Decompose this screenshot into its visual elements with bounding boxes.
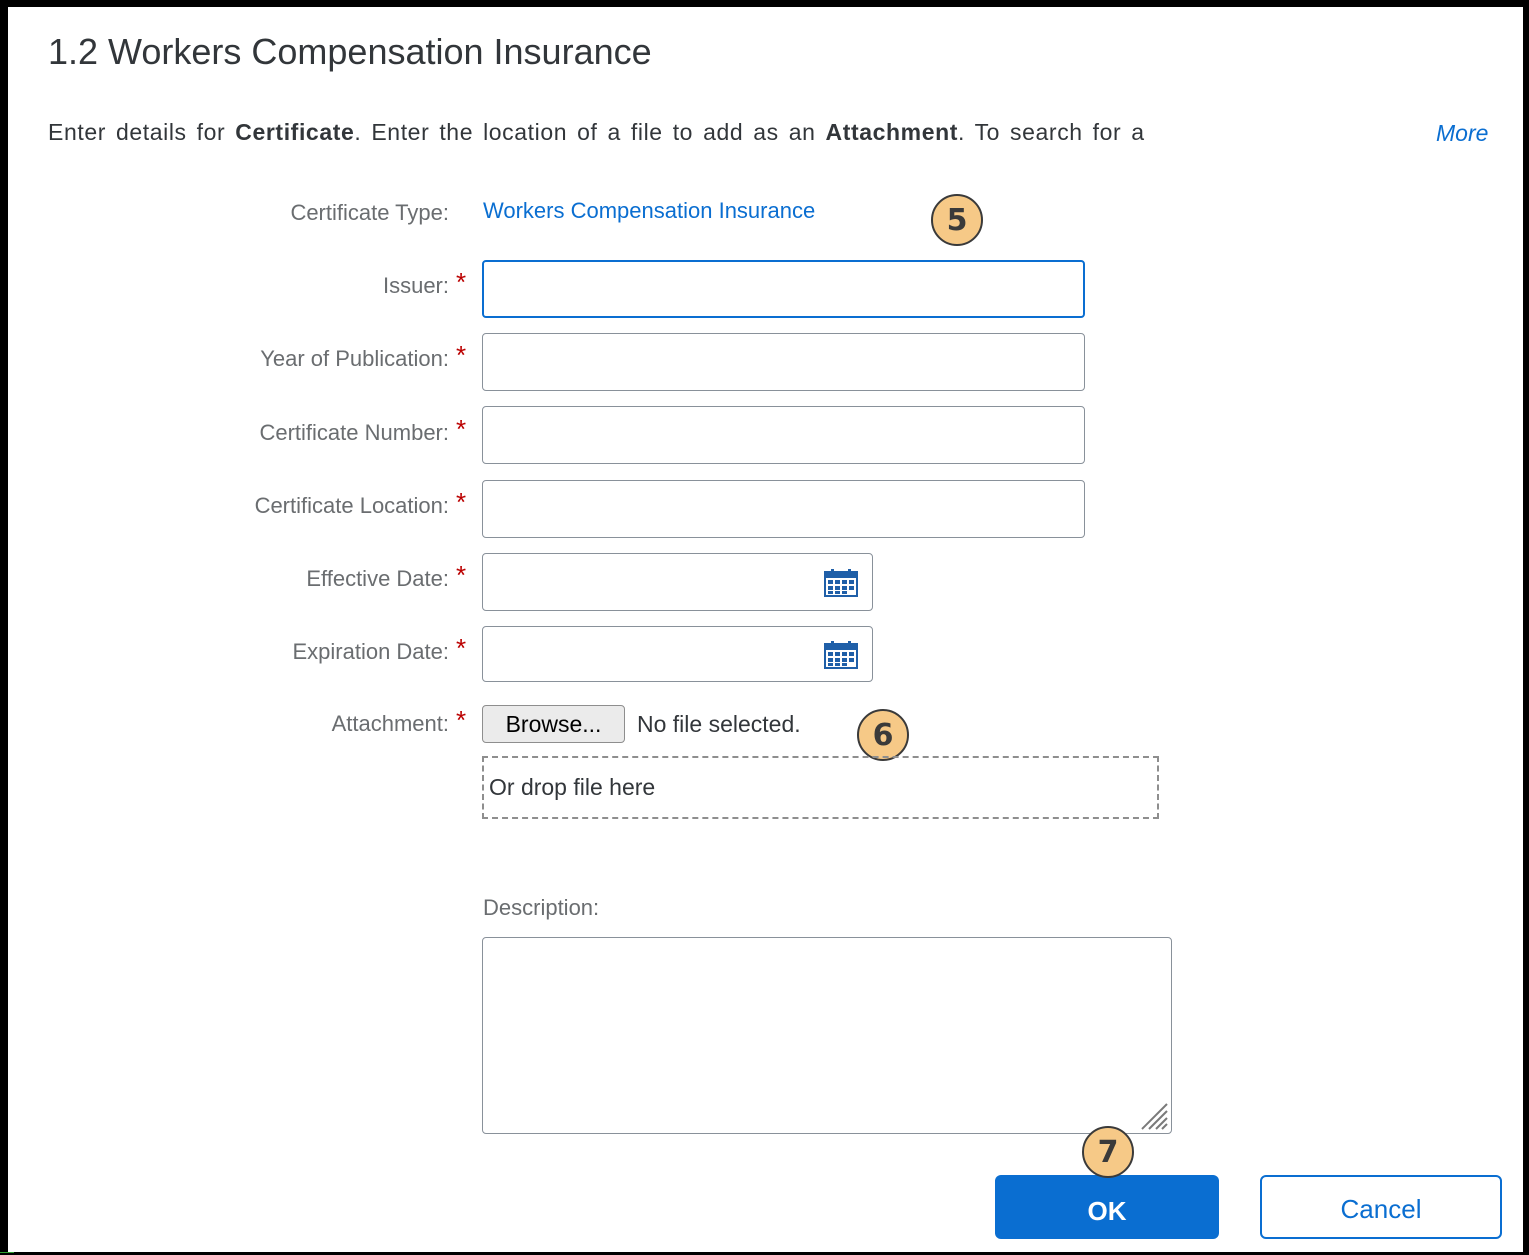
attachment-label: Attachment: bbox=[331, 711, 449, 736]
certificate-number-required-marker: * bbox=[456, 414, 467, 444]
intro-part-1: Enter details for bbox=[48, 119, 236, 145]
effective-date-required-marker: * bbox=[456, 560, 467, 590]
certificate-number-input[interactable] bbox=[482, 406, 1085, 464]
year-required-marker: * bbox=[456, 340, 467, 370]
dialog-title: 1.2 Workers Compensation Insurance bbox=[48, 31, 652, 72]
drop-hint-text: Or drop file here bbox=[489, 774, 656, 800]
certificate-location-input[interactable] bbox=[482, 480, 1085, 538]
intro-attachment: Attachment bbox=[825, 119, 958, 145]
callout-7-badge: 7 bbox=[1082, 1126, 1134, 1178]
year-input[interactable] bbox=[482, 333, 1085, 391]
certificate-number-label: Certificate Number: bbox=[259, 420, 449, 445]
file-status-text: No file selected. bbox=[637, 711, 801, 737]
intro-part-3: . To search for a bbox=[958, 119, 1145, 145]
intro-certificate: Certificate bbox=[235, 119, 355, 145]
intro-text: Enter details for Certificate. Enter the… bbox=[48, 119, 1145, 146]
year-label: Year of Publication: bbox=[260, 346, 449, 371]
browse-button[interactable]: Browse... bbox=[482, 705, 625, 743]
resize-grip-icon[interactable] bbox=[1134, 1096, 1168, 1130]
effective-date-input[interactable] bbox=[482, 553, 873, 611]
certificate-type-link[interactable]: Workers Compensation Insurance bbox=[483, 198, 815, 224]
expiration-date-required-marker: * bbox=[456, 633, 467, 663]
description-label: Description: bbox=[483, 895, 600, 920]
more-link[interactable]: More bbox=[1436, 120, 1488, 147]
issuer-input[interactable] bbox=[482, 260, 1085, 318]
description-textarea[interactable] bbox=[482, 937, 1172, 1134]
edge-mark bbox=[0, 1252, 14, 1253]
issuer-label: Issuer: bbox=[382, 273, 449, 298]
issuer-required-marker: * bbox=[456, 267, 467, 297]
callout-5-badge: 5 bbox=[931, 194, 983, 246]
file-drop-zone[interactable]: Or drop file here bbox=[482, 756, 1159, 819]
ok-button[interactable]: OK bbox=[995, 1175, 1219, 1239]
certificate-type-label: Certificate Type: bbox=[290, 200, 449, 225]
attachment-required-marker: * bbox=[456, 705, 467, 735]
calendar-icon[interactable] bbox=[824, 641, 858, 669]
certificate-location-required-marker: * bbox=[456, 487, 467, 517]
expiration-date-label: Expiration Date: bbox=[292, 639, 449, 664]
certificate-location-label: Certificate Location: bbox=[254, 493, 449, 518]
effective-date-label: Effective Date: bbox=[306, 566, 449, 591]
calendar-icon[interactable] bbox=[824, 569, 858, 597]
expiration-date-input[interactable] bbox=[482, 626, 873, 682]
cancel-button[interactable]: Cancel bbox=[1260, 1175, 1502, 1239]
callout-6-badge: 6 bbox=[857, 709, 909, 761]
intro-part-2: . Enter the location of a file to add as… bbox=[354, 119, 826, 145]
